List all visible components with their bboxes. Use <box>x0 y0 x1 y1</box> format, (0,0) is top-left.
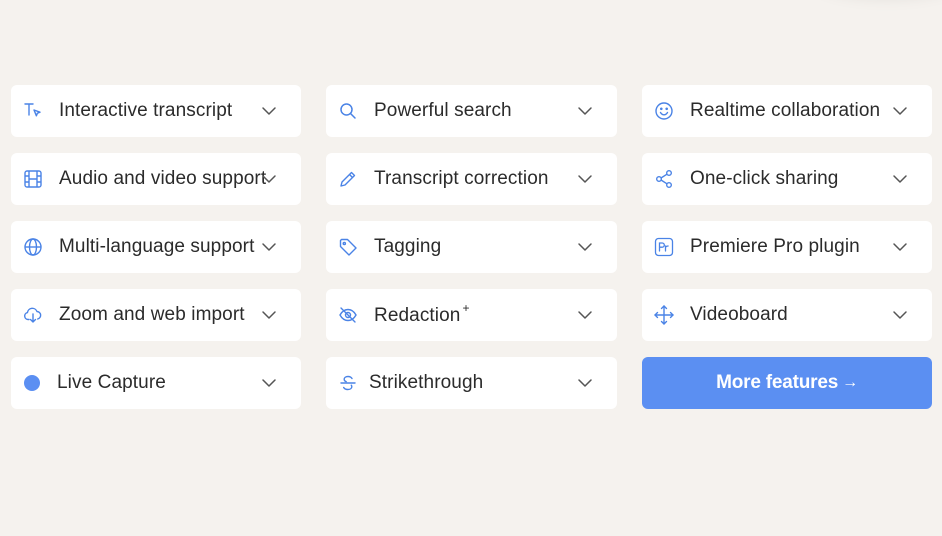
feature-label: Redaction + <box>374 300 470 327</box>
feature-label: Multi-language support <box>59 236 255 257</box>
chevron-down-icon <box>577 103 593 119</box>
more-features-button[interactable]: More features → <box>642 357 932 409</box>
feature-label: Tagging <box>374 236 442 257</box>
strikethrough-icon <box>338 373 358 393</box>
chevron-down-icon <box>892 171 908 187</box>
feature-realtime-collaboration[interactable]: Realtime collaboration <box>642 85 932 137</box>
feature-grid: Interactive transcript Powerful search R… <box>11 85 932 409</box>
feature-multi-language-support[interactable]: Multi-language support <box>11 221 301 273</box>
feature-label: One-click sharing <box>690 168 839 189</box>
feature-audio-video-support[interactable]: Audio and video support <box>11 153 301 205</box>
chevron-down-icon <box>261 375 277 391</box>
feature-label: Realtime collaboration <box>690 100 881 121</box>
feature-powerful-search[interactable]: Powerful search <box>326 85 617 137</box>
search-icon <box>338 101 358 121</box>
feature-interactive-transcript[interactable]: Interactive transcript <box>11 85 301 137</box>
chevron-down-icon <box>577 307 593 323</box>
cloud-download-icon <box>23 305 43 325</box>
move-arrows-icon <box>654 305 674 325</box>
feature-label: Zoom and web import <box>59 304 245 325</box>
arrow-right-icon: → <box>842 374 858 391</box>
chevron-down-icon <box>892 307 908 323</box>
feature-strikethrough[interactable]: Strikethrough <box>326 357 617 409</box>
smiley-icon <box>654 101 674 121</box>
chevron-down-icon <box>261 103 277 119</box>
feature-label-text: Redaction <box>374 305 461 327</box>
premiere-pro-icon <box>654 237 674 257</box>
feature-label: Premiere Pro plugin <box>690 236 860 257</box>
feature-label: Interactive transcript <box>59 100 233 121</box>
chevron-down-icon <box>577 375 593 391</box>
feature-tagging[interactable]: Tagging <box>326 221 617 273</box>
share-icon <box>654 169 674 189</box>
feature-label-sup: + <box>462 300 470 315</box>
eye-off-icon <box>338 305 358 325</box>
chevron-down-icon <box>261 171 277 187</box>
feature-videoboard[interactable]: Videoboard <box>642 289 932 341</box>
more-features-label: More features <box>716 372 839 393</box>
chevron-down-icon <box>577 171 593 187</box>
chevron-down-icon <box>261 307 277 323</box>
globe-icon <box>23 237 43 257</box>
chevron-down-icon <box>577 239 593 255</box>
chevron-down-icon <box>892 103 908 119</box>
feature-label: Powerful search <box>374 100 512 121</box>
film-icon <box>23 169 43 189</box>
chevron-down-icon <box>261 239 277 255</box>
feature-premiere-pro-plugin[interactable]: Premiere Pro plugin <box>642 221 932 273</box>
feature-one-click-sharing[interactable]: One-click sharing <box>642 153 932 205</box>
feature-label: Strikethrough <box>369 372 484 393</box>
dot-icon <box>23 373 43 393</box>
feature-label: Transcript correction <box>374 168 549 189</box>
feature-label: Videoboard <box>690 304 788 325</box>
pencil-icon <box>338 169 358 189</box>
feature-label: Audio and video support <box>59 168 267 189</box>
feature-zoom-web-import[interactable]: Zoom and web import <box>11 289 301 341</box>
text-cursor-icon <box>23 101 43 121</box>
chevron-down-icon <box>892 239 908 255</box>
feature-live-capture[interactable]: Live Capture <box>11 357 301 409</box>
feature-transcript-correction[interactable]: Transcript correction <box>326 153 617 205</box>
feature-redaction[interactable]: Redaction + <box>326 289 617 341</box>
tag-icon <box>338 237 358 257</box>
feature-label: Live Capture <box>57 372 166 393</box>
